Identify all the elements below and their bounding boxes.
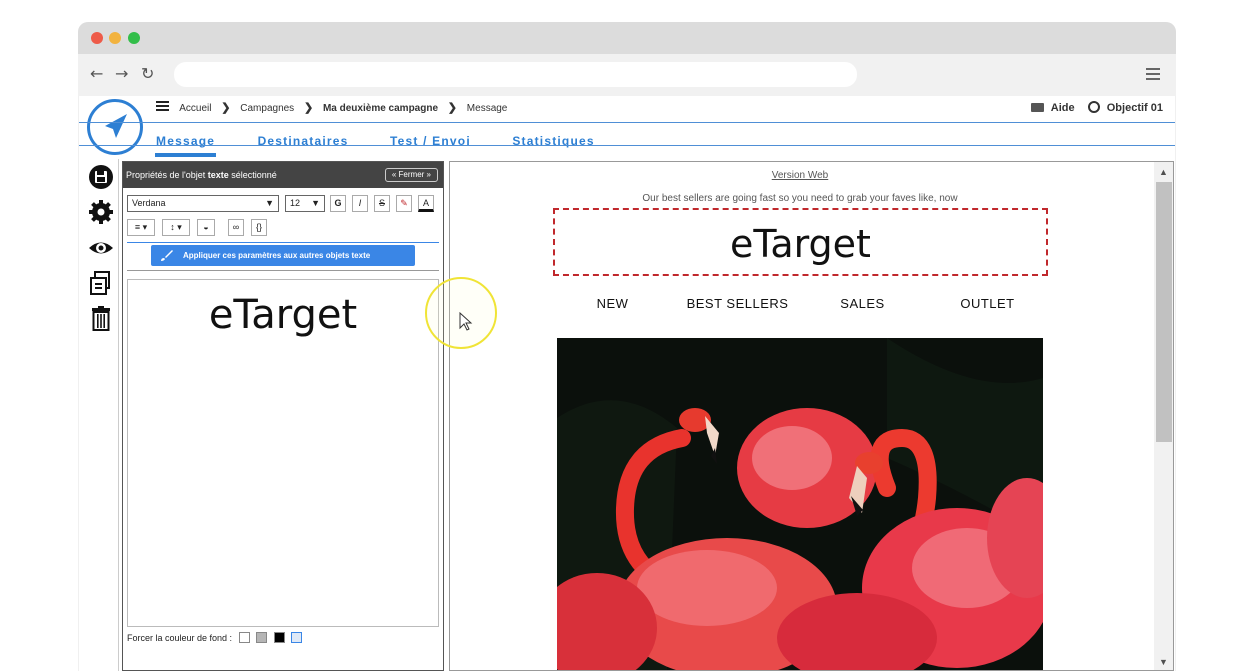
swatch-none-icon[interactable] — [291, 632, 303, 643]
menu-icon[interactable] — [1146, 68, 1160, 80]
line-height-dropdown-icon[interactable]: ↕ ▾ — [162, 219, 190, 236]
flamingo-illustration — [557, 338, 1043, 670]
highlight-icon[interactable]: ✎ — [396, 195, 412, 212]
breadcrumb-separator-icon: ❯ — [221, 102, 231, 114]
apply-settings-button[interactable]: Appliquer ces paramètres aux autres obje… — [151, 245, 415, 266]
breadcrumb-separator-icon: ❯ — [303, 102, 314, 114]
paint-bucket-icon[interactable]: ◒ — [197, 219, 215, 236]
main-tabs: Message Destinataires Test / Envoi Stati… — [155, 132, 632, 157]
top-right-links: Aide Objectif 01 — [1031, 101, 1163, 115]
breadcrumb-home[interactable]: Accueil — [179, 103, 211, 114]
preview-menu-best-sellers[interactable]: BEST SELLERS — [675, 296, 800, 311]
browser-titlebar — [78, 22, 1176, 54]
editor-sidebar — [81, 159, 119, 671]
tab-statistiques[interactable]: Statistiques — [512, 133, 594, 153]
panel-header: Propriétés de l'objet texte sélectionné … — [123, 162, 443, 188]
font-size-select[interactable]: 12 ▼ — [285, 195, 325, 212]
brush-icon — [161, 250, 173, 261]
swatch-black[interactable] — [273, 632, 285, 643]
font-size-value: 12 — [290, 198, 301, 208]
user-icon[interactable] — [1087, 101, 1100, 113]
trash-icon[interactable] — [88, 305, 114, 331]
breadcrumb-campaign[interactable]: Ma deuxième campagne — [323, 103, 438, 114]
font-family-select[interactable]: Verdana ▼ — [127, 195, 279, 212]
italic-button[interactable]: I — [352, 195, 368, 212]
toolbar-divider — [127, 242, 439, 243]
selected-title-block[interactable]: eTarget — [553, 208, 1048, 276]
panel-title-prefix: Propriétés de l'objet — [126, 170, 208, 180]
font-family-value: Verdana — [132, 198, 166, 208]
browser-window: ← → ↻ Accueil ❯ Campagnes ❯ Ma deuxième … — [78, 22, 1176, 671]
address-bar[interactable] — [174, 62, 857, 87]
version-web-link[interactable]: Version Web — [450, 170, 1150, 181]
scroll-down-icon[interactable]: ▼ — [1154, 657, 1173, 667]
link-icon[interactable]: ∞ — [228, 219, 244, 236]
dropdown-arrow-icon: ▼ — [265, 198, 274, 208]
text-editor-area[interactable]: eTarget — [127, 279, 439, 627]
mouse-cursor-icon — [459, 312, 473, 331]
user-account-link[interactable]: Objectif 01 — [1107, 102, 1163, 114]
close-window-button[interactable] — [91, 32, 103, 44]
hero-image-flamingos[interactable] — [557, 338, 1043, 670]
background-color-label: Forcer la couleur de fond : — [127, 633, 233, 643]
panel-title-bold: texte — [207, 170, 229, 180]
app-logo[interactable] — [87, 99, 143, 155]
close-panel-label: Fermer — [398, 170, 425, 179]
text-properties-panel: Propriétés de l'objet texte sélectionné … — [122, 161, 444, 671]
duplicate-icon[interactable] — [88, 270, 114, 296]
maximize-window-button[interactable] — [128, 32, 140, 44]
video-camera-icon[interactable] — [1031, 103, 1045, 112]
save-icon[interactable] — [88, 164, 114, 190]
dropdown-arrow-icon: ▼ — [311, 198, 320, 208]
editor-text[interactable]: eTarget — [128, 292, 438, 338]
close-panel-button[interactable]: « Fermer » — [384, 168, 438, 182]
email-preview: Version Web Our best sellers are going f… — [449, 161, 1174, 671]
breadcrumb: Accueil ❯ Campagnes ❯ Ma deuxième campag… — [156, 101, 507, 116]
preview-menu-sales[interactable]: SALES — [800, 296, 925, 311]
reload-icon[interactable]: ↻ — [141, 64, 154, 84]
panel-title-suffix: sélectionné — [228, 170, 277, 180]
text-color-button[interactable]: A — [418, 195, 434, 212]
forward-icon[interactable]: → — [115, 64, 128, 84]
preview-scrollbar[interactable]: ▲ ▼ — [1154, 162, 1173, 670]
scroll-up-icon[interactable]: ▲ — [1154, 167, 1173, 177]
bold-button[interactable]: G — [330, 195, 346, 212]
strike-button[interactable]: S — [374, 195, 390, 212]
swatch-gray[interactable] — [256, 632, 268, 643]
align-dropdown-icon[interactable]: ≡ ▾ — [127, 219, 155, 236]
breadcrumb-campaigns[interactable]: Campagnes — [240, 103, 294, 114]
preview-menu-new[interactable]: NEW — [550, 296, 675, 311]
tabs-divider — [79, 145, 1175, 146]
background-color-row: Forcer la couleur de fond : — [127, 632, 303, 644]
hamburger-menu-icon[interactable] — [156, 101, 169, 112]
tab-destinataires[interactable]: Destinataires — [258, 133, 349, 153]
apply-divider — [127, 270, 439, 271]
apply-settings-label: Appliquer ces paramètres aux autres obje… — [183, 251, 371, 260]
scrollbar-thumb[interactable] — [1156, 182, 1172, 442]
settings-icon[interactable] — [88, 199, 114, 225]
app-content: Accueil ❯ Campagnes ❯ Ma deuxième campag… — [79, 96, 1175, 671]
preview-menu-outlet[interactable]: OUTLET — [925, 296, 1050, 311]
breadcrumb-separator-icon: ❯ — [447, 102, 458, 114]
swatch-white[interactable] — [238, 632, 250, 643]
header-divider — [79, 122, 1175, 123]
browser-navbar: ← → ↻ — [78, 54, 1176, 96]
code-button[interactable]: {} — [251, 219, 267, 236]
breadcrumb-current: Message — [466, 103, 508, 114]
back-icon[interactable]: ← — [90, 64, 103, 84]
tab-test-envoi[interactable]: Test / Envoi — [390, 133, 471, 153]
preview-teaser[interactable]: Our best sellers are going fast so you n… — [450, 193, 1150, 204]
help-link[interactable]: Aide — [1051, 102, 1075, 114]
preview-icon[interactable] — [88, 235, 114, 261]
preview-title[interactable]: eTarget — [555, 222, 1046, 266]
minimize-window-button[interactable] — [109, 32, 121, 44]
